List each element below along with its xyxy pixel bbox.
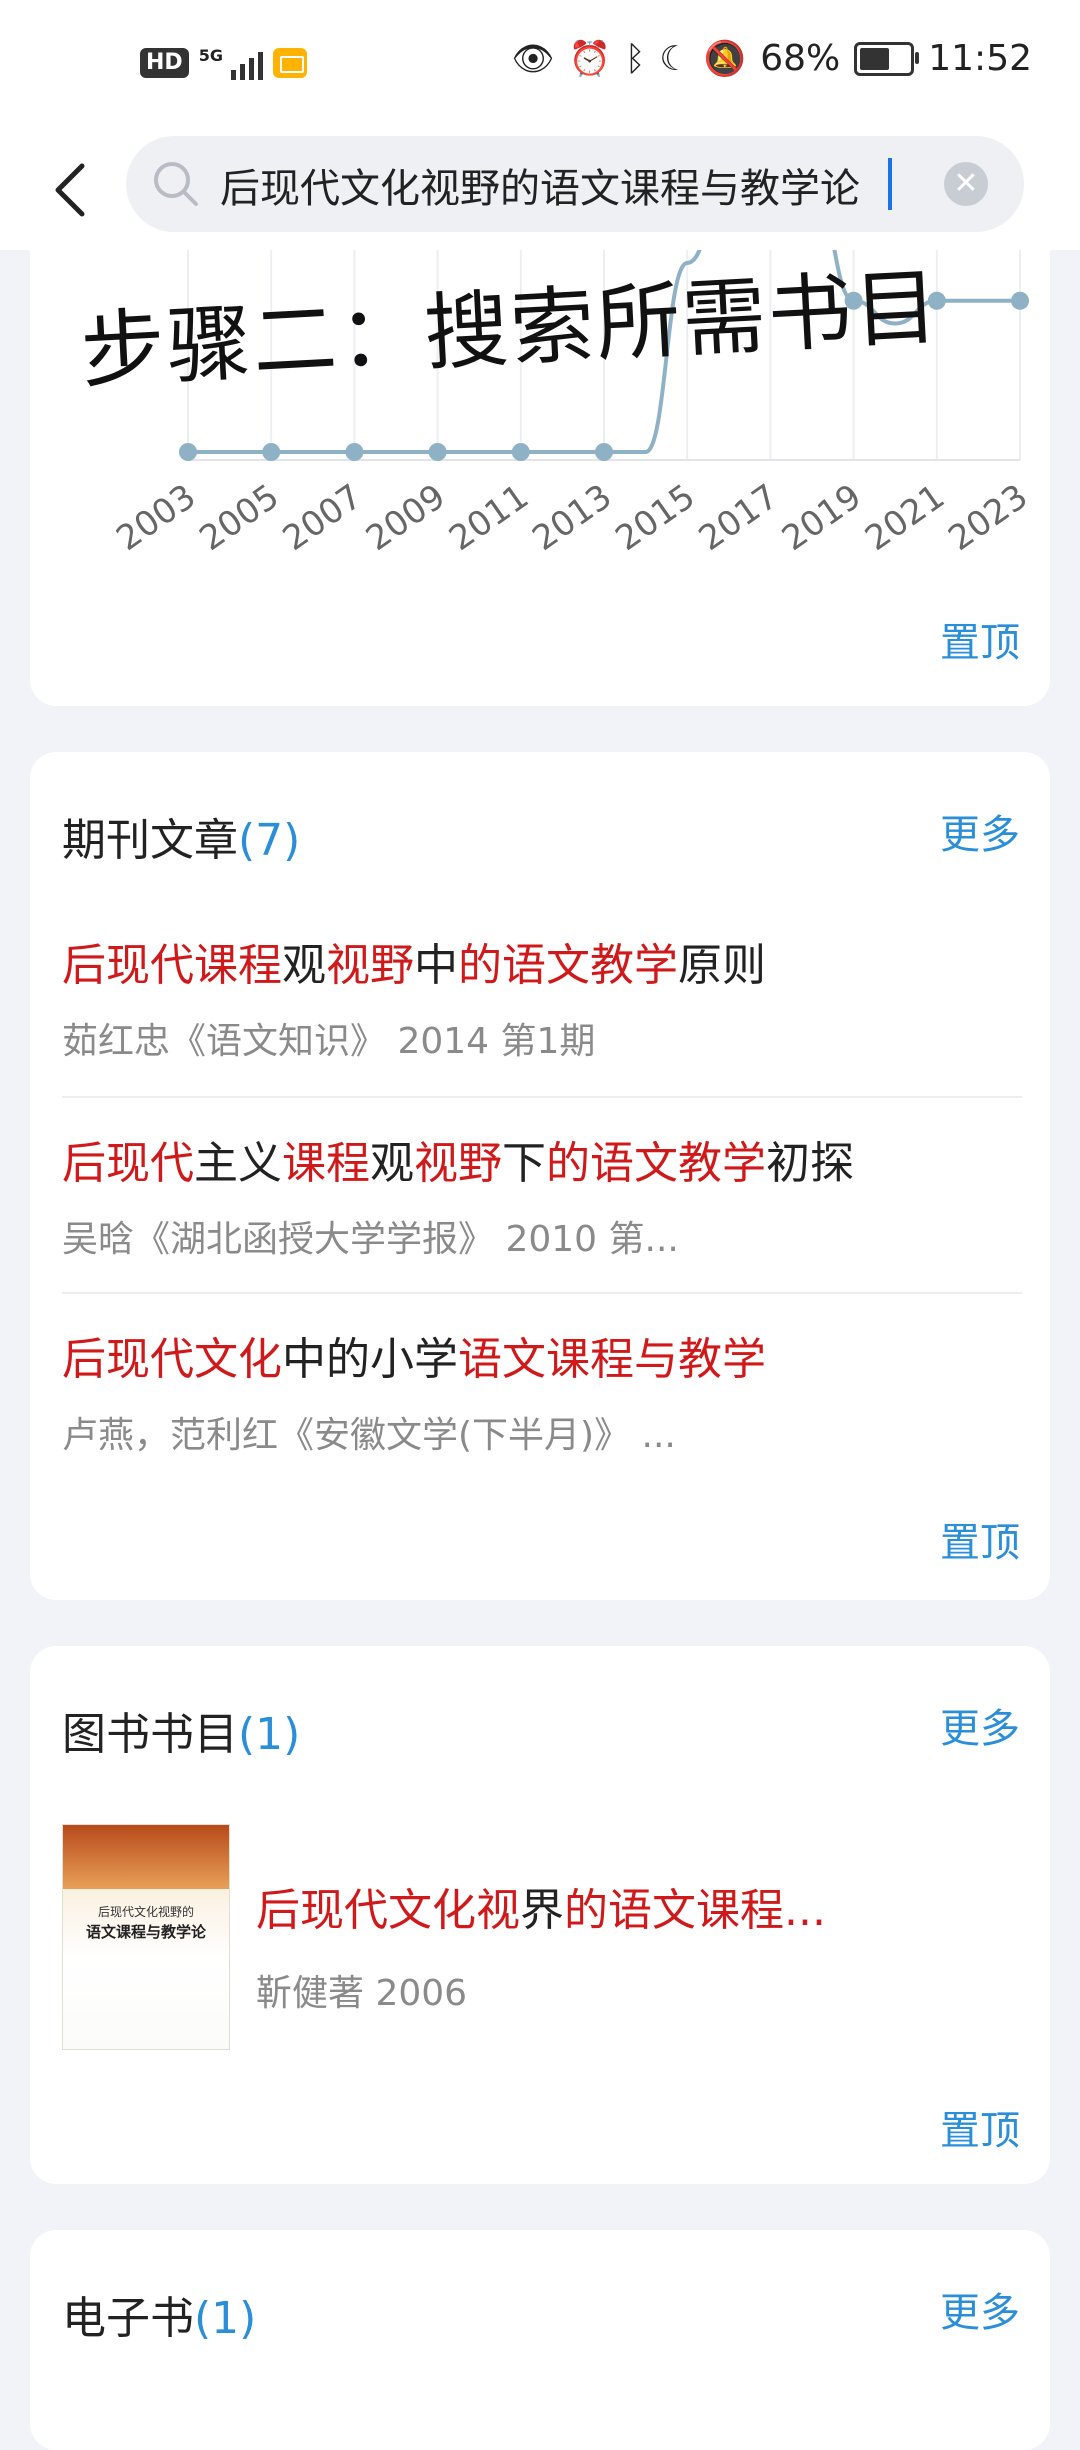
journals-pin-button[interactable]: 置顶 [940, 1510, 1020, 1568]
status-right: 👁 ⏰ ᛒ ☾ 🔕 68% 11:52 [511, 38, 1032, 79]
status-bar: HD 5G 👁 ⏰ ᛒ ☾ 🔕 68% 11:52 [0, 0, 1080, 130]
ebooks-card: 电子书(1) 更多 [30, 2230, 1050, 2450]
data-point [345, 443, 364, 461]
ebooks-section-title: 电子书(1) [62, 2282, 256, 2346]
book-cover-image[interactable]: 后现代文化视野的 语文课程与教学论 [62, 1824, 230, 2050]
journal-item-meta: 吴晗《湖北函授大学学报》 2010 第... [62, 1219, 679, 1260]
highlighted-keyword: 后现代文化视 [256, 1885, 520, 1936]
cover-art [63, 1825, 229, 1889]
journal-item-meta: 茹红忠《语文知识》 2014 第1期 [62, 1021, 596, 1062]
highlighted-keyword: 语文课程与教学 [458, 1334, 766, 1385]
divider [62, 1096, 1022, 1098]
journal-section-title: 期刊文章(7) [62, 804, 300, 868]
message-icon [272, 48, 307, 78]
books-pin-button[interactable]: 置顶 [940, 2098, 1020, 2156]
journal-item-title: 后现代主义课程观视野下的语文教学初探 [62, 1136, 1022, 1192]
clear-icon[interactable]: ✕ [944, 162, 988, 206]
section-title-text: 期刊文章 [62, 815, 238, 866]
search-header: ✕ [0, 130, 1080, 250]
journal-item-title: 后现代文化中的小学语文课程与教学 [62, 1332, 1022, 1388]
network-type: 5G [198, 46, 223, 65]
mute-icon: 🔕 [703, 38, 747, 79]
back-button[interactable] [40, 152, 100, 228]
book-meta: 靳健著 2006 [256, 1973, 468, 2014]
journals-more-button[interactable]: 更多 [940, 802, 1020, 860]
highlighted-keyword: 视野 [326, 940, 414, 991]
title-text: 中 [414, 940, 458, 991]
search-icon [154, 162, 198, 206]
moon-icon: ☾ [659, 38, 690, 79]
divider [62, 1292, 1022, 1294]
x-tick-label: 2013 [525, 477, 619, 559]
journal-articles-card: 期刊文章(7) 更多 后现代课程观视野中的语文教学原则 茹红忠《语文知识》 20… [30, 752, 1050, 1600]
journal-item[interactable]: 后现代主义课程观视野下的语文教学初探 吴晗《湖北函授大学学报》 2010 第..… [62, 1136, 1022, 1262]
data-point [179, 443, 197, 461]
cover-title: 语文课程与教学论 [85, 1923, 206, 1941]
x-tick-label: 2011 [442, 477, 536, 559]
signal-icon: 5G [199, 46, 263, 80]
highlighted-keyword: 后现代文化 [62, 1334, 282, 1385]
journal-item-meta: 卢燕，范利红《安徽文学(下半月)》 ... [62, 1415, 676, 1456]
battery-percent: 68% [760, 38, 841, 79]
books-more-button[interactable]: 更多 [940, 1696, 1020, 1754]
book-item[interactable]: 后现代文化视界的语文课程... 靳健著 2006 [256, 1874, 826, 2016]
x-tick-label: 2023 [941, 477, 1035, 559]
highlighted-keyword: 的语文课程... [564, 1885, 826, 1936]
section-title-text: 图书书目 [62, 1709, 238, 1760]
section-title-text: 电子书 [62, 2293, 194, 2344]
data-point [428, 443, 447, 461]
chevron-left-icon [55, 163, 85, 217]
title-text: 下 [502, 1138, 546, 1189]
x-tick-label: 2019 [775, 477, 869, 559]
x-tick-label: 2017 [692, 477, 786, 559]
x-tick-label: 2021 [858, 477, 952, 559]
text-cursor [888, 158, 892, 210]
books-count: (1) [238, 1709, 301, 1760]
ebooks-more-button[interactable]: 更多 [940, 2280, 1020, 2338]
data-point [511, 443, 530, 461]
highlighted-keyword: 后现代 [62, 1138, 194, 1189]
title-text: 主义 [194, 1138, 282, 1189]
x-tick-label: 2003 [109, 477, 203, 559]
title-text: 中的小学 [282, 1334, 458, 1385]
search-box[interactable]: ✕ [126, 136, 1024, 232]
highlighted-keyword: 视野 [414, 1138, 502, 1189]
title-text: 界 [520, 1885, 564, 1936]
alarm-icon: ⏰ [568, 38, 611, 79]
title-text: 原则 [678, 940, 766, 991]
journal-item[interactable]: 后现代课程观视野中的语文教学原则 茹红忠《语文知识》 2014 第1期 [62, 938, 1022, 1064]
clock: 11:52 [928, 38, 1032, 79]
x-tick-label: 2015 [609, 477, 703, 559]
highlighted-keyword: 后现代课程 [62, 940, 282, 991]
battery-icon [854, 41, 920, 76]
x-tick-label: 2009 [359, 477, 453, 559]
title-text: 初探 [766, 1138, 854, 1189]
highlighted-keyword: 的语文教学 [458, 940, 678, 991]
search-input[interactable] [218, 156, 942, 214]
highlighted-keyword: 课程 [282, 1138, 370, 1189]
title-text: 观 [282, 940, 326, 991]
data-point [1011, 291, 1029, 310]
cover-subtitle: 后现代文化视野的 [97, 1905, 194, 1919]
bluetooth-icon: ᛒ [625, 38, 646, 79]
hd-badge: HD [140, 48, 189, 78]
battery-level [860, 47, 889, 70]
status-left: HD 5G [140, 46, 307, 80]
x-tick-label: 2005 [193, 477, 287, 559]
data-point [595, 443, 613, 461]
books-section-title: 图书书目(1) [62, 1698, 300, 1762]
journal-count: (7) [238, 815, 301, 866]
journal-item-title: 后现代课程观视野中的语文教学原则 [62, 938, 1022, 994]
title-text: 观 [370, 1138, 414, 1189]
book-title: 后现代文化视界的语文课程... [256, 1874, 826, 1938]
books-card: 图书书目(1) 更多 后现代文化视野的 语文课程与教学论 后现代文化视界的语文课… [30, 1646, 1050, 2184]
journal-item[interactable]: 后现代文化中的小学语文课程与教学 卢燕，范利红《安徽文学(下半月)》 ... [62, 1332, 1022, 1458]
eye-icon: 👁 [511, 38, 555, 79]
data-point [262, 443, 281, 461]
ebooks-count: (1) [194, 2293, 257, 2344]
highlighted-keyword: 的语文教学 [546, 1138, 766, 1189]
x-tick-label: 2007 [276, 477, 370, 559]
chart-pin-button[interactable]: 置顶 [940, 610, 1020, 668]
